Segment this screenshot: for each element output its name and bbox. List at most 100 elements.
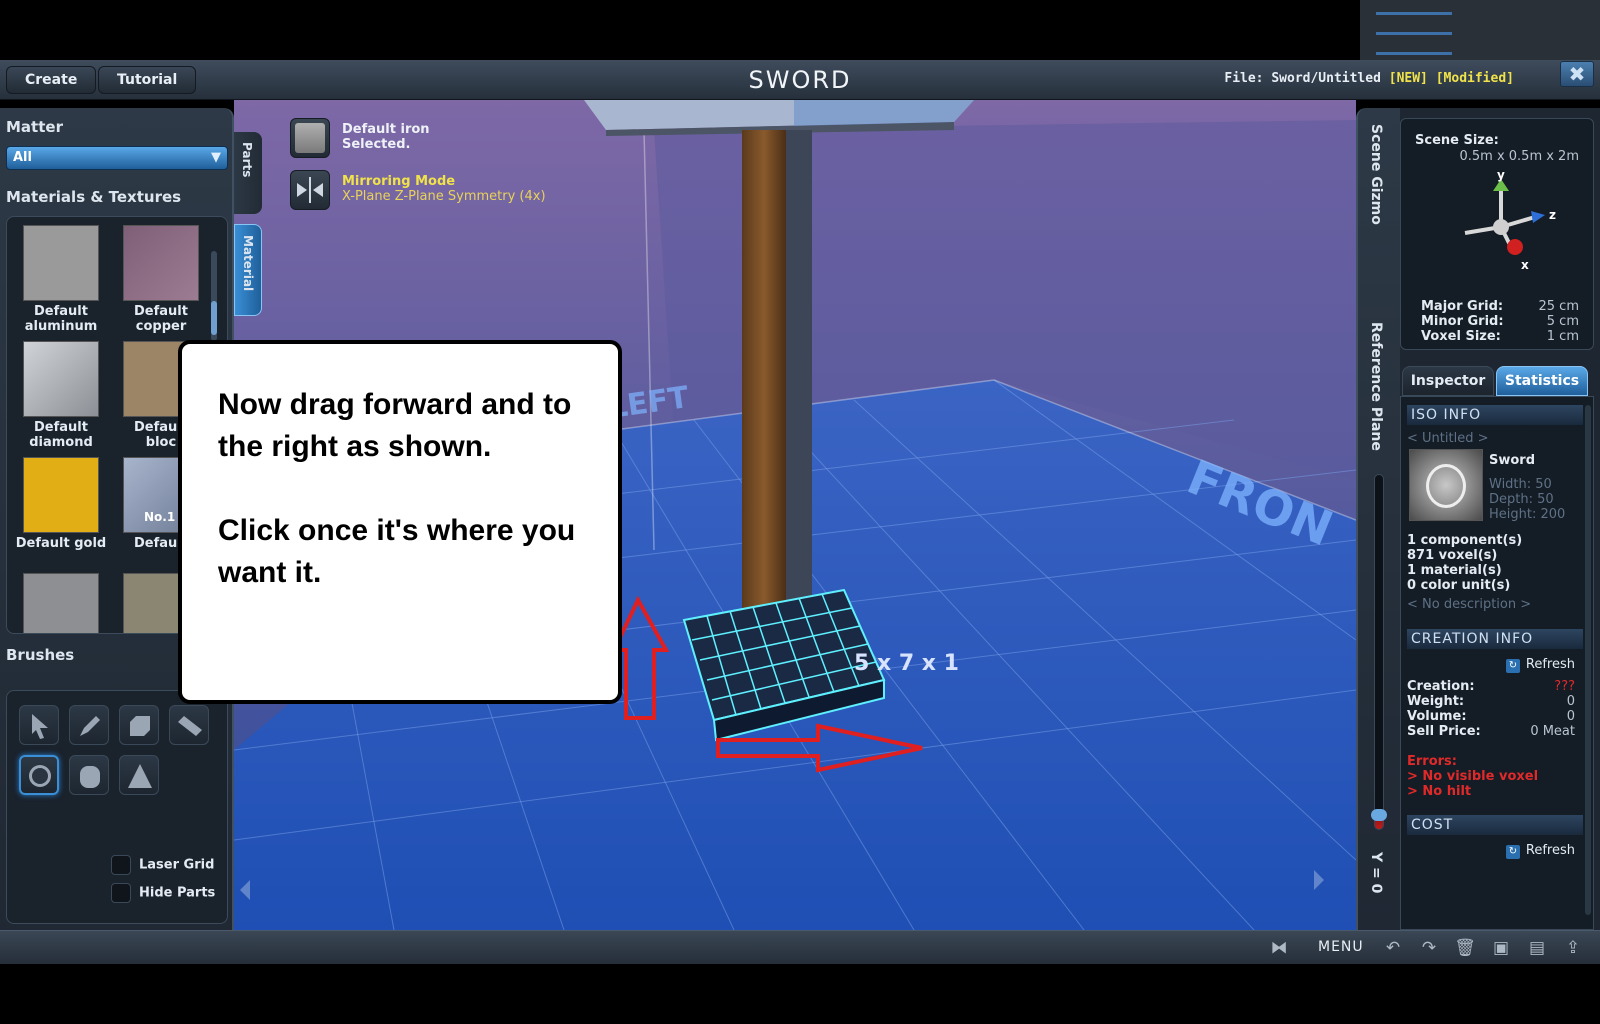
tab-material-label: Material xyxy=(241,235,255,292)
voxel-size-label: Voxel Size: xyxy=(1421,329,1501,344)
laser-grid-checkbox[interactable] xyxy=(111,855,131,875)
material-item[interactable] xyxy=(11,573,111,633)
cylinder-brush[interactable] xyxy=(69,755,109,795)
save-icon[interactable]: ▣ xyxy=(1490,938,1512,958)
mini-widget-bar xyxy=(1376,12,1452,15)
scrollbar-thumb[interactable] xyxy=(211,301,217,335)
mirror-mode-icon[interactable] xyxy=(290,170,330,210)
selected-line1: Default iron xyxy=(342,122,430,137)
refresh-cost-button[interactable]: ↻ Refresh xyxy=(1505,843,1575,859)
voxel-size-value: 1 cm xyxy=(1546,329,1579,344)
tab-inspector[interactable]: Inspector xyxy=(1402,366,1494,396)
export-icon[interactable]: ⇪ xyxy=(1562,938,1584,958)
cone-icon xyxy=(128,764,152,788)
tutorial-callout: Now drag forward and to the right as sho… xyxy=(178,340,622,704)
pencil-brush[interactable] xyxy=(69,705,109,745)
material-swatch-icon[interactable] xyxy=(290,118,330,158)
volume-value: 0 xyxy=(1566,709,1575,724)
y-plane-slider[interactable] xyxy=(1371,474,1387,830)
item-thumbnail xyxy=(1409,449,1483,521)
errors-label: Errors: xyxy=(1407,754,1457,769)
sphere-brush[interactable] xyxy=(19,755,59,795)
minor-grid-label: Minor Grid: xyxy=(1421,314,1504,329)
pointer-icon xyxy=(32,714,48,739)
modified-tag: [Modified] xyxy=(1435,71,1514,86)
material-item[interactable]: Default copper xyxy=(111,225,211,334)
close-icon: ✖ xyxy=(1568,62,1586,86)
hide-parts-label: Hide Parts xyxy=(139,885,216,901)
item-depth: Depth: 50 xyxy=(1489,492,1554,507)
refresh-label: Refresh xyxy=(1525,843,1575,858)
mirror-toggle-icon[interactable]: ⧓ xyxy=(1268,938,1290,958)
brushes-title: Brushes xyxy=(6,646,75,664)
redo-icon[interactable]: ↷ xyxy=(1418,938,1440,958)
hide-parts-checkbox[interactable] xyxy=(111,883,131,903)
creation-value: ??? xyxy=(1554,679,1575,694)
file-info: File: Sword/Untitled [NEW] [Modified] xyxy=(1224,71,1514,86)
materials-scrollbar[interactable] xyxy=(211,251,217,341)
material-label: Default diamond xyxy=(29,420,93,450)
major-grid-value: 25 cm xyxy=(1538,299,1580,314)
material-item[interactable]: Default gold xyxy=(11,457,111,551)
slider-knob[interactable] xyxy=(1371,809,1387,821)
sell-price-label: Sell Price: xyxy=(1407,724,1481,739)
statistics-scrollbar[interactable] xyxy=(1585,405,1591,915)
error-item: > No visible voxel xyxy=(1407,769,1539,784)
axis-x-label: x xyxy=(1521,258,1529,272)
refresh-creation-button[interactable]: ↻ Refresh xyxy=(1505,657,1575,673)
material-swatch xyxy=(23,341,99,417)
wooden-handle xyxy=(742,130,786,620)
tab-statistics[interactable]: Statistics xyxy=(1496,366,1588,396)
refresh-icon: ↻ xyxy=(1505,845,1520,859)
save-as-icon[interactable]: ▤ xyxy=(1526,938,1548,958)
tab-material[interactable]: Material xyxy=(234,224,262,316)
statistics-panel: ISO INFO < Untitled > Sword Width: 50 De… xyxy=(1400,396,1594,930)
matter-title: Matter xyxy=(6,118,63,136)
matter-dropdown[interactable]: All ▼ xyxy=(6,146,228,170)
chevron-down-icon: ▼ xyxy=(211,150,221,165)
box-brush[interactable] xyxy=(119,705,159,745)
materials-title: Materials & Textures xyxy=(6,188,182,206)
axis-gizmo-icon[interactable]: y z x xyxy=(1451,169,1561,273)
material-swatch xyxy=(23,457,99,533)
axis-z-label: z xyxy=(1549,208,1556,222)
callout-line2: Click once it's where you want it. xyxy=(218,514,576,589)
material-swatch xyxy=(23,225,99,301)
material-label: Default aluminum xyxy=(24,304,98,334)
iso-info-header: ISO INFO xyxy=(1407,405,1583,425)
select-brush[interactable] xyxy=(19,705,59,745)
material-item[interactable]: Default diamond xyxy=(11,341,111,450)
hide-parts-toggle[interactable]: Hide Parts xyxy=(111,883,215,903)
wedge-brush[interactable] xyxy=(169,705,209,745)
file-prefix: File: xyxy=(1224,71,1264,86)
weight-value: 0 xyxy=(1566,694,1575,709)
selected-line2: Selected. xyxy=(342,137,411,152)
sell-price-value: 0 Meat xyxy=(1530,724,1575,739)
brushes-panel: Laser Grid Hide Parts xyxy=(6,690,228,924)
right-panel: Scene Size: 0.5m x 0.5m x 2m y z x Major… xyxy=(1400,108,1600,930)
no-description: < No description > xyxy=(1407,597,1532,612)
menu-button[interactable]: MENU xyxy=(1318,939,1364,955)
trash-icon[interactable]: 🗑 xyxy=(1454,938,1476,958)
undo-icon[interactable]: ↶ xyxy=(1382,938,1404,958)
close-button[interactable]: ✖ xyxy=(1560,61,1594,87)
material-item[interactable]: Default aluminum xyxy=(11,225,111,334)
item-height: Height: 200 xyxy=(1489,507,1566,522)
material-swatch xyxy=(123,225,199,301)
pencil-icon xyxy=(80,716,100,736)
untitled-label: < Untitled > xyxy=(1407,431,1489,446)
laser-grid-label: Laser Grid xyxy=(139,857,215,873)
tab-parts[interactable]: Parts xyxy=(234,132,262,214)
mini-widget-bar xyxy=(1376,32,1452,35)
cone-brush[interactable] xyxy=(119,755,159,795)
laser-grid-toggle[interactable]: Laser Grid xyxy=(111,855,214,875)
scene-gizmo-label: Scene Gizmo xyxy=(1368,124,1384,225)
selected-material-text: Default iron Selected. xyxy=(342,122,430,152)
mini-widget xyxy=(1360,0,1600,60)
scene-gizmo-panel: Scene Size: 0.5m x 0.5m x 2m y z x Major… xyxy=(1400,118,1594,350)
material-label: Default gold xyxy=(15,536,107,551)
components-count: 1 component(s) xyxy=(1407,533,1523,548)
creation-info-header: CREATION INFO xyxy=(1407,629,1583,649)
materials-count: 1 material(s) xyxy=(1407,563,1502,578)
item-name: Sword xyxy=(1489,453,1536,468)
